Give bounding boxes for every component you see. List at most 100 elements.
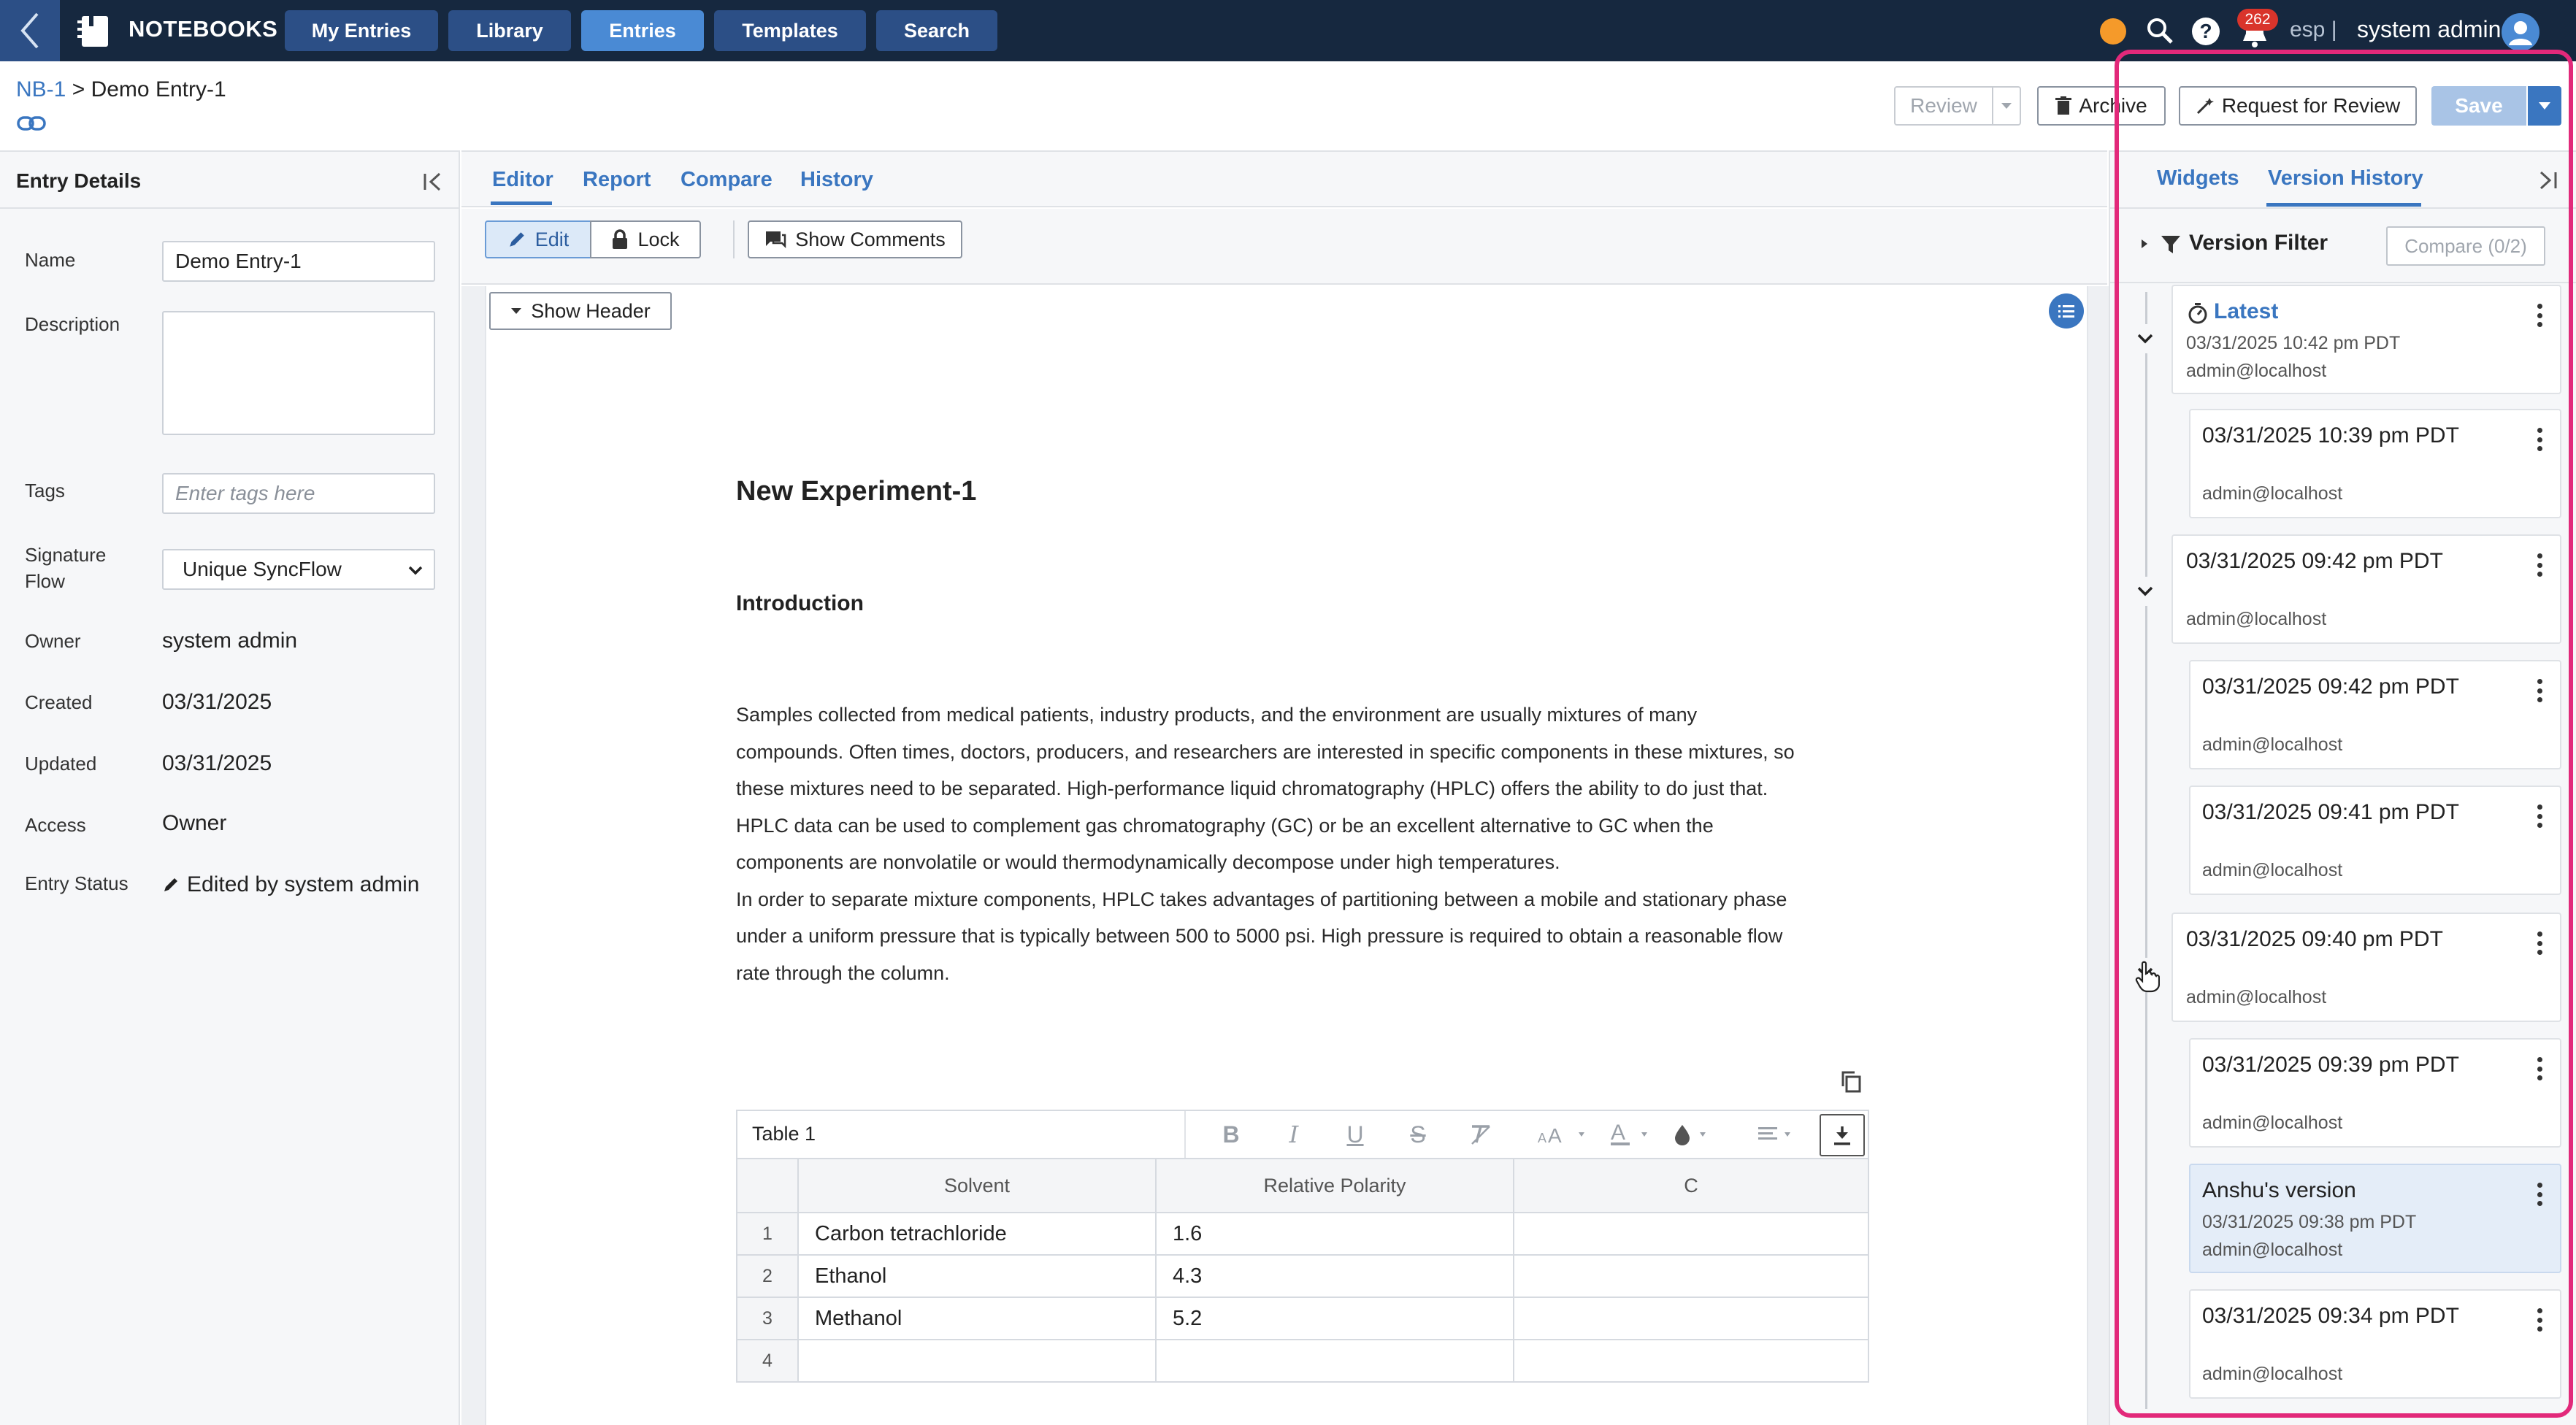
document-title[interactable]: New Experiment-1	[736, 476, 976, 507]
table-cell[interactable]: 5.2	[1155, 1297, 1514, 1340]
version-title[interactable]: 03/31/2025 09:39 pm PDT	[2202, 1053, 2459, 1078]
timeline-chevron-down-icon[interactable]	[2131, 324, 2160, 353]
nav-templates[interactable]: Templates	[714, 10, 866, 51]
collapse-left-icon[interactable]	[421, 169, 445, 194]
kebab-menu-icon[interactable]	[2534, 676, 2545, 705]
table-cell[interactable]: Carbon tetrachloride	[797, 1212, 1157, 1256]
collapse-right-icon[interactable]	[2535, 168, 2560, 193]
align-icon[interactable]	[1755, 1120, 1799, 1149]
font-size-icon[interactable]: AA	[1536, 1120, 1587, 1149]
version-card[interactable]: 03/31/2025 09:40 pm PDT admin@localhost	[2171, 913, 2561, 1022]
strikethrough-icon[interactable]: S	[1403, 1120, 1433, 1149]
column-header-c[interactable]: C	[1513, 1158, 1869, 1213]
copy-icon[interactable]	[1840, 1070, 1862, 1094]
show-header-button[interactable]: Show Header	[489, 292, 672, 330]
table-cell[interactable]	[1513, 1212, 1869, 1256]
table-cell[interactable]: Ethanol	[797, 1254, 1157, 1298]
version-card[interactable]: 03/31/2025 09:34 pm PDT admin@localhost	[2189, 1289, 2561, 1399]
version-card[interactable]: 03/31/2025 09:41 pm PDT admin@localhost	[2189, 786, 2561, 895]
version-title[interactable]: 03/31/2025 09:42 pm PDT	[2186, 549, 2443, 574]
help-icon[interactable]: ?	[2192, 18, 2220, 45]
version-title[interactable]: 03/31/2025 09:40 pm PDT	[2186, 927, 2443, 952]
table-cell[interactable]	[797, 1339, 1157, 1383]
document-paragraph[interactable]: Samples collected from medical patients,…	[736, 696, 1875, 991]
nav-search[interactable]: Search	[876, 10, 997, 51]
version-filter-row[interactable]: Version Filter Compare (0/2)	[2110, 209, 2576, 283]
nav-my-entries[interactable]: My Entries	[285, 10, 438, 51]
font-color-icon[interactable]: A	[1609, 1120, 1653, 1149]
request-for-review-button[interactable]: Request for Review	[2179, 86, 2417, 126]
version-card[interactable]: 03/31/2025 09:39 pm PDT admin@localhost	[2189, 1038, 2561, 1148]
row-number[interactable]: 2	[736, 1254, 799, 1298]
version-title[interactable]: 03/31/2025 10:39 pm PDT	[2202, 423, 2459, 448]
tab-widgets[interactable]: Widgets	[2157, 166, 2239, 191]
table-cell[interactable]: 1.6	[1155, 1212, 1514, 1256]
version-card-latest[interactable]: Latest 03/31/2025 10:42 pm PDT admin@loc…	[2171, 285, 2561, 394]
version-title[interactable]: Latest	[2214, 299, 2278, 324]
tab-report[interactable]: Report	[583, 168, 651, 192]
kebab-menu-icon[interactable]	[2534, 1180, 2545, 1209]
back-button[interactable]	[0, 0, 60, 61]
archive-button[interactable]: Archive	[2037, 86, 2166, 126]
compare-button[interactable]: Compare (0/2)	[2386, 226, 2545, 266]
status-indicator[interactable]	[2100, 18, 2126, 45]
timeline-chevron-down-icon[interactable]	[2131, 577, 2160, 606]
save-button[interactable]: Save	[2431, 86, 2526, 126]
link-icon[interactable]	[16, 114, 47, 133]
table-cell[interactable]	[1513, 1297, 1869, 1340]
table-cell[interactable]	[1155, 1339, 1514, 1383]
row-number[interactable]: 4	[736, 1339, 799, 1383]
row-number[interactable]: 1	[736, 1212, 799, 1256]
version-title[interactable]: 03/31/2025 09:41 pm PDT	[2202, 800, 2459, 825]
table-cell[interactable]: Methanol	[797, 1297, 1157, 1340]
underline-icon[interactable]: U	[1341, 1120, 1370, 1149]
review-dropdown-button[interactable]	[1992, 86, 2021, 126]
breadcrumb-notebook-link[interactable]: NB-1	[16, 77, 66, 101]
kebab-menu-icon[interactable]	[2534, 301, 2545, 330]
kebab-menu-icon[interactable]	[2534, 1054, 2545, 1083]
user-name[interactable]: system admin	[2357, 16, 2501, 43]
version-title[interactable]: 03/31/2025 09:34 pm PDT	[2202, 1304, 2459, 1329]
nav-entries[interactable]: Entries	[581, 10, 704, 51]
tab-version-history[interactable]: Version History	[2268, 166, 2423, 191]
column-header-relative-polarity[interactable]: Relative Polarity	[1155, 1158, 1514, 1213]
italic-icon[interactable]: I	[1279, 1120, 1308, 1149]
version-card[interactable]: 03/31/2025 09:42 pm PDT admin@localhost	[2189, 660, 2561, 769]
fill-color-icon[interactable]	[1672, 1120, 1716, 1149]
avatar[interactable]	[2502, 13, 2539, 51]
version-card-selected[interactable]: Anshu's version 03/31/2025 09:38 pm PDT …	[2189, 1164, 2561, 1273]
search-icon[interactable]	[2145, 16, 2174, 45]
show-comments-button[interactable]: Show Comments	[748, 220, 962, 258]
description-textarea[interactable]	[162, 311, 435, 435]
tab-compare[interactable]: Compare	[681, 168, 773, 192]
save-dropdown-button[interactable]	[2528, 86, 2561, 126]
table-of-contents-icon[interactable]	[2049, 293, 2084, 329]
version-title[interactable]: 03/31/2025 09:42 pm PDT	[2202, 675, 2459, 699]
review-button[interactable]: Review	[1894, 86, 1993, 126]
tags-input[interactable]: Enter tags here	[162, 473, 435, 514]
table-cell[interactable]	[1513, 1339, 1869, 1383]
kebab-menu-icon[interactable]	[2534, 550, 2545, 580]
kebab-menu-icon[interactable]	[2534, 1305, 2545, 1334]
version-title[interactable]: Anshu's version	[2202, 1178, 2356, 1203]
lock-button[interactable]: Lock	[590, 220, 701, 258]
tab-editor[interactable]: Editor	[492, 168, 553, 192]
download-button[interactable]	[1820, 1114, 1865, 1156]
edit-button[interactable]: Edit	[485, 220, 591, 258]
nav-library[interactable]: Library	[448, 10, 571, 51]
bold-icon[interactable]: B	[1216, 1120, 1246, 1149]
version-card[interactable]: 03/31/2025 09:42 pm PDT admin@localhost	[2171, 534, 2561, 644]
table-corner-cell[interactable]	[736, 1158, 799, 1213]
tab-history[interactable]: History	[800, 168, 873, 192]
row-number[interactable]: 3	[736, 1297, 799, 1340]
kebab-menu-icon[interactable]	[2534, 425, 2545, 454]
section-heading[interactable]: Introduction	[736, 591, 864, 616]
data-table[interactable]: Solvent Relative Polarity C 1 Carbon tet…	[736, 1158, 1869, 1383]
version-card[interactable]: 03/31/2025 10:39 pm PDT admin@localhost	[2189, 409, 2561, 518]
table-cell[interactable]	[1513, 1254, 1869, 1298]
name-input[interactable]: Demo Entry-1	[162, 241, 435, 282]
column-header-solvent[interactable]: Solvent	[797, 1158, 1157, 1213]
table-cell[interactable]: 4.3	[1155, 1254, 1514, 1298]
signature-flow-select[interactable]: Unique SyncFlow	[162, 549, 435, 590]
kebab-menu-icon[interactable]	[2534, 802, 2545, 831]
